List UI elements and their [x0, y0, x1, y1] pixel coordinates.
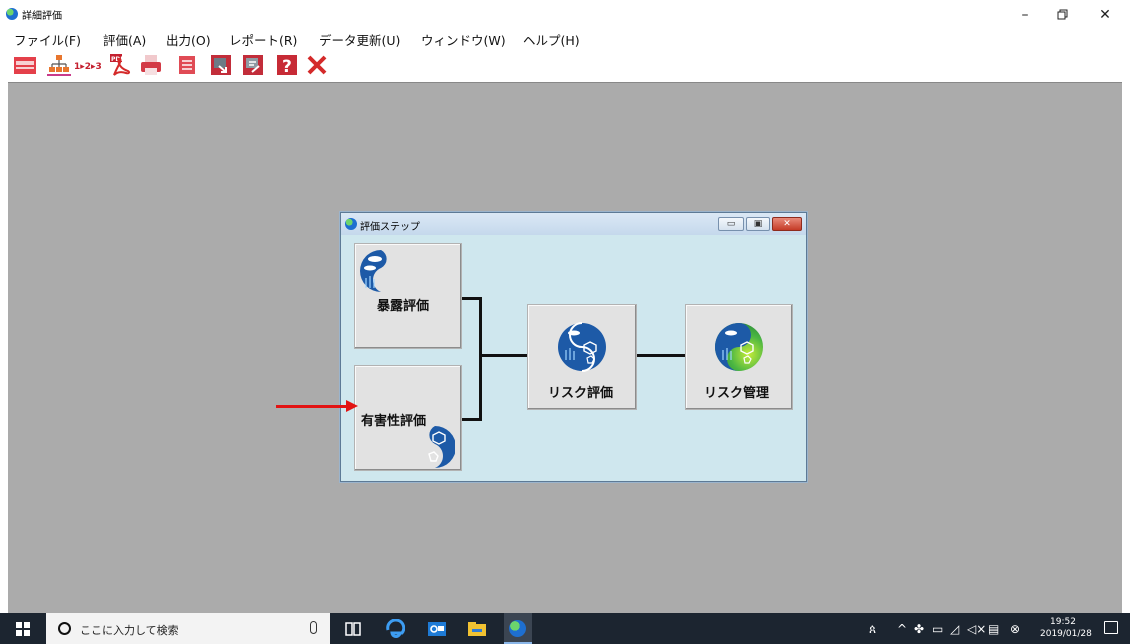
tray-overflow-icon[interactable]: ^	[897, 622, 907, 636]
volume-icon[interactable]: ◁×	[967, 622, 986, 636]
menu-window[interactable]: ウィンドウ(W)	[421, 30, 506, 49]
taskbar-clock[interactable]: 19:52 2019/01/28	[1040, 616, 1092, 640]
taskbar: ここに入力して検索 ጰ ^ ✤ ▭ ◿ ◁× ▤ ⊗ 19:52 2019/01…	[0, 613, 1130, 644]
app-globe-icon	[6, 8, 18, 20]
menu-data-update[interactable]: データ更新(U)	[319, 30, 400, 49]
microphone-icon[interactable]	[310, 621, 317, 634]
clock-date: 2019/01/28	[1040, 629, 1092, 639]
window-title: 詳細評価	[22, 11, 62, 22]
menu-evaluate[interactable]: 評価(A)	[103, 30, 146, 49]
menu-help[interactable]: ヘルプ(H)	[523, 30, 580, 49]
menu-report[interactable]: レポート(R)	[229, 30, 297, 49]
clock-time: 19:52	[1050, 617, 1076, 627]
step-exposure-label: 暴露評価	[377, 299, 430, 314]
taskbar-app-active[interactable]	[504, 613, 532, 644]
child-minimize-button[interactable]: ▭	[718, 217, 744, 231]
report-icon[interactable]	[241, 53, 265, 77]
child-globe-icon	[345, 218, 357, 230]
print-icon[interactable]	[139, 53, 163, 77]
status-icon[interactable]: ⊗	[1010, 622, 1020, 636]
child-window-title: 評価ステップ	[360, 222, 420, 233]
title-bar: 詳細評価 – ✕	[0, 0, 1130, 28]
hierarchy-icon[interactable]	[47, 53, 71, 77]
evaluation-app-icon	[509, 620, 526, 637]
keyboard-icon[interactable]: ▤	[988, 622, 999, 636]
fish-icon	[360, 250, 387, 292]
toolbar: 1▸2▸3 PDF ?	[0, 48, 1130, 82]
risk-assessment-icon	[558, 322, 606, 372]
step-sequence-icon[interactable]: 1▸2▸3	[73, 53, 103, 77]
file-explorer-icon[interactable]	[467, 619, 487, 639]
pdf-icon[interactable]: PDF	[108, 53, 132, 77]
molecule-icon	[428, 426, 455, 468]
close-icon[interactable]	[305, 53, 329, 77]
battery-icon[interactable]: ▭	[932, 622, 943, 636]
red-arrow-shaft	[276, 405, 348, 408]
app-window: 詳細評価 – ✕ ファイル(F) 評価(A) 出力(O) レポート(R) データ…	[0, 0, 1130, 644]
close-window-button[interactable]: ✕	[1088, 4, 1122, 26]
svg-text:?: ?	[282, 57, 292, 77]
connector-to-risk-management	[637, 354, 685, 357]
restore-icon	[1057, 9, 1068, 20]
step-risk-assessment[interactable]: リスク評価	[527, 304, 637, 410]
restore-button[interactable]	[1046, 4, 1080, 26]
search-placeholder: ここに入力して検索	[80, 624, 179, 637]
dropbox-icon[interactable]: ✤	[914, 622, 924, 636]
step-exposure[interactable]: 暴露評価	[354, 243, 462, 349]
menu-bar: ファイル(F) 評価(A) 出力(O) レポート(R) データ更新(U) ウィン…	[0, 28, 1130, 48]
red-arrow-head	[346, 400, 358, 412]
child-close-button[interactable]: ✕	[772, 217, 802, 231]
edge-browser-icon[interactable]	[385, 618, 406, 639]
help-icon[interactable]: ?	[275, 53, 299, 77]
step-hazard[interactable]: 有害性評価	[354, 365, 462, 471]
outlook-icon[interactable]	[427, 619, 447, 639]
folder-icon[interactable]	[13, 53, 37, 77]
connector-to-risk-assessment	[481, 354, 527, 357]
export-icon[interactable]	[209, 53, 233, 77]
menu-output[interactable]: 出力(O)	[166, 30, 211, 49]
people-icon[interactable]: ጰ	[869, 622, 876, 637]
risk-management-icon	[715, 323, 763, 371]
cortana-icon	[58, 622, 71, 635]
step-risk-management[interactable]: リスク管理	[685, 304, 793, 410]
child-maximize-button[interactable]: ▣	[746, 217, 770, 231]
document-icon[interactable]	[176, 53, 200, 77]
svg-text:1▸2▸3: 1▸2▸3	[74, 62, 102, 72]
step-risk-assessment-label: リスク評価	[548, 386, 614, 401]
menu-file[interactable]: ファイル(F)	[14, 30, 81, 49]
taskbar-search[interactable]: ここに入力して検索	[46, 613, 330, 644]
minimize-button[interactable]: –	[1008, 4, 1042, 26]
task-view-icon[interactable]	[343, 619, 363, 639]
notification-center-icon[interactable]	[1104, 621, 1118, 634]
start-button[interactable]	[0, 613, 46, 644]
step-risk-management-label: リスク管理	[704, 386, 770, 401]
connector-vertical	[479, 297, 482, 421]
child-title-bar[interactable]: 評価ステップ ▭ ▣ ✕	[341, 213, 806, 235]
wifi-icon[interactable]: ◿	[950, 622, 959, 636]
windows-logo-icon	[16, 622, 30, 636]
